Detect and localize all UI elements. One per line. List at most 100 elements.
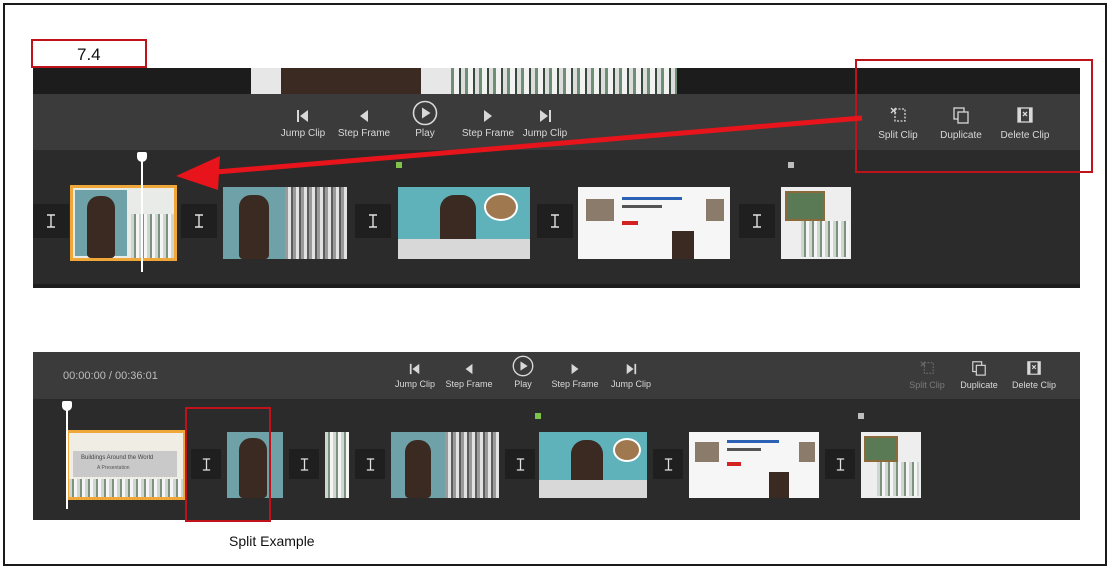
jump-clip-forward-button[interactable]: Jump Clip [603, 362, 659, 389]
transition-button[interactable] [33, 204, 69, 238]
jump-clip-forward-label: Jump Clip [610, 379, 651, 389]
clip-face-portrait [239, 195, 269, 259]
clip-web-button [727, 462, 741, 466]
skip-back-icon [297, 110, 308, 122]
clip-face-portrait [571, 440, 603, 484]
skip-forward-icon [626, 363, 637, 375]
clip-thumbnail[interactable] [578, 187, 730, 259]
transition-icon [664, 457, 672, 471]
clip-thumbnail[interactable] [223, 187, 347, 259]
clip-thumbnail[interactable] [861, 432, 921, 498]
preview-face [251, 68, 451, 94]
clip-sketch [69, 479, 183, 497]
transition-icon [753, 214, 761, 228]
clip-thumbnail[interactable] [689, 432, 819, 498]
step-forward-icon [484, 110, 492, 122]
jump-clip-forward-label: Jump Clip [522, 128, 568, 139]
playhead-line[interactable] [141, 160, 143, 272]
clip-thumbnail[interactable] [325, 432, 349, 498]
clip-photo [785, 191, 825, 221]
jump-clip-forward-button[interactable]: Jump Clip [515, 108, 575, 139]
clip-face-portrait [440, 195, 476, 243]
play-button[interactable]: Play [505, 355, 541, 389]
clip-globe [484, 193, 518, 221]
step-frame-forward-button[interactable]: Step Frame [457, 108, 519, 139]
clip-thumbnail-selected[interactable] [70, 185, 177, 261]
playhead-line[interactable] [66, 409, 68, 509]
step-forward-icon [571, 363, 579, 375]
clip-sketch [801, 221, 849, 257]
transition-icon [836, 457, 844, 471]
transition-button[interactable] [537, 204, 573, 238]
step-back-icon [360, 110, 368, 122]
skip-back-icon [409, 363, 420, 375]
transition-button[interactable] [289, 449, 319, 479]
transition-button[interactable] [355, 204, 391, 238]
transition-button[interactable] [825, 449, 855, 479]
split-example-caption: Split Example [229, 533, 315, 549]
step-frame-back-button[interactable]: Step Frame [333, 108, 395, 139]
duplicate-label: Duplicate [960, 380, 998, 390]
transition-button[interactable] [181, 204, 217, 238]
clip-presenter [769, 472, 789, 498]
clip-globe [613, 438, 641, 462]
transition-icon [516, 457, 524, 471]
transition-button[interactable] [505, 449, 535, 479]
clip-building [445, 432, 499, 498]
step-frame-back-button[interactable]: Step Frame [441, 362, 497, 389]
step-back-icon [465, 363, 473, 375]
transition-button[interactable] [355, 449, 385, 479]
transition-icon [47, 214, 55, 228]
clip-sketch [131, 214, 174, 258]
clip-presenter [672, 231, 694, 259]
clip-web-text [622, 197, 682, 200]
playback-toolbar: 00:00:00 / 00:36:01 Jump Clip Step Frame… [33, 352, 1080, 399]
split-clip-button-disabled[interactable]: Split Clip [903, 360, 951, 390]
delete-clip-label: Delete Clip [1011, 380, 1057, 390]
clip-web-img [706, 199, 724, 221]
callout-split-clip [185, 407, 271, 522]
delete-clip-button[interactable]: Delete Clip [1005, 360, 1063, 390]
clip-marker-green [396, 162, 402, 168]
duplicate-button[interactable]: Duplicate [953, 360, 1005, 390]
clip-photo [864, 436, 898, 462]
split-clip-icon [920, 361, 934, 374]
clip-face-portrait [405, 440, 431, 498]
clip-web-img [695, 442, 719, 462]
clip-web-text [622, 205, 662, 208]
jump-clip-back-button[interactable]: Jump Clip [273, 108, 333, 139]
delete-clip-icon [1027, 361, 1041, 375]
clip-marker-gray [788, 162, 794, 168]
play-button[interactable]: Play [405, 100, 445, 139]
play-icon [412, 100, 438, 126]
play-label: Play [514, 379, 532, 389]
clip-web-text [727, 448, 761, 451]
clip-web-button [622, 221, 638, 225]
clip-thumbnail[interactable] [398, 187, 530, 259]
transition-icon [369, 214, 377, 228]
jump-clip-back-label: Jump Clip [280, 128, 326, 139]
jump-clip-back-label: Jump Clip [394, 379, 435, 389]
transition-button[interactable] [653, 449, 683, 479]
clip-marker-gray [858, 413, 864, 419]
clip-thumbnail[interactable] [391, 432, 499, 498]
step-frame-forward-button[interactable]: Step Frame [547, 362, 603, 389]
step-frame-forward-label: Step Frame [461, 128, 515, 139]
clip-lower-third [398, 239, 530, 259]
clip-face-portrait [87, 196, 115, 258]
transition-icon [195, 214, 203, 228]
clip-thumbnail[interactable] [539, 432, 647, 498]
step-frame-forward-label: Step Frame [551, 379, 599, 389]
transition-icon [366, 457, 374, 471]
step-frame-back-label: Step Frame [445, 379, 493, 389]
clip-lower-third [539, 480, 647, 498]
clip-thumbnail[interactable] [781, 187, 851, 259]
transition-button[interactable] [739, 204, 775, 238]
transition-icon [300, 457, 308, 471]
clip-web-img [799, 442, 815, 462]
transition-icon [551, 214, 559, 228]
clip-thumbnail-selected[interactable]: Buildings Around the World A Presentatio… [66, 430, 186, 500]
jump-clip-back-button[interactable]: Jump Clip [387, 362, 443, 389]
step-frame-back-label: Step Frame [337, 128, 391, 139]
clip-marker-green [535, 413, 541, 419]
